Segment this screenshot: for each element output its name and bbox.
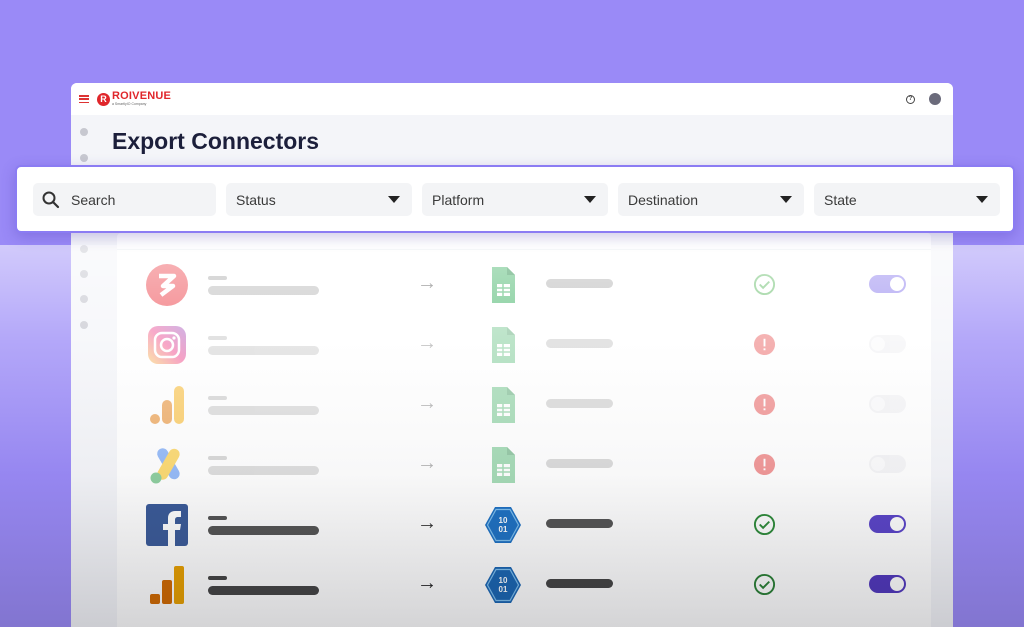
error-icon [753, 393, 776, 416]
connector-name-placeholder [208, 286, 319, 295]
instagram-icon [148, 326, 186, 364]
status-dropdown-label: Status [236, 191, 276, 208]
svg-text:10: 10 [499, 516, 508, 525]
sidebar-item[interactable] [80, 321, 88, 329]
state-dropdown[interactable]: State [814, 183, 1000, 216]
sidebar-item[interactable] [80, 295, 88, 303]
destination-name-placeholder [546, 399, 613, 408]
arrow-right-icon: → [417, 392, 437, 414]
caret-down-icon [976, 196, 988, 203]
platform-dropdown[interactable]: Platform [422, 183, 608, 216]
connector-name-placeholder [208, 586, 319, 595]
google-ads-icon [150, 448, 180, 484]
state-dropdown-label: State [824, 191, 857, 208]
destination-name-placeholder [546, 519, 613, 528]
roivenue-icon [146, 264, 188, 306]
destination-name-placeholder [546, 579, 613, 588]
brand-name: ROIVENUE [112, 90, 172, 103]
check-circle-icon [753, 513, 776, 536]
google-analytics-icon [150, 566, 184, 604]
connector-name-placeholder [208, 456, 227, 460]
connector-name-placeholder [208, 406, 319, 415]
menu-icon[interactable] [79, 95, 89, 103]
connector-name-placeholder [208, 576, 227, 580]
sidebar-item[interactable] [80, 245, 88, 253]
divider [117, 249, 931, 250]
check-circle-icon [753, 573, 776, 596]
search-input[interactable]: Search [33, 183, 216, 216]
connector-row[interactable]: → 10 01 [117, 559, 931, 609]
svg-text:10: 10 [499, 576, 508, 585]
google-sheets-icon [492, 267, 515, 303]
state-toggle[interactable] [869, 515, 906, 533]
check-circle-icon [753, 273, 776, 296]
connector-name-placeholder [208, 346, 319, 355]
google-sheets-icon [492, 327, 515, 363]
roivenue-logo-icon: R [97, 92, 110, 106]
error-icon [753, 333, 776, 356]
connector-name-placeholder [208, 466, 319, 475]
page-title: Export Connectors [112, 128, 320, 154]
state-toggle[interactable] [869, 455, 906, 473]
caret-down-icon [780, 196, 792, 203]
svg-text:01: 01 [499, 585, 508, 594]
help-icon[interactable]: ? [906, 94, 915, 104]
connector-name-placeholder [208, 396, 227, 400]
caret-down-icon [388, 196, 400, 203]
google-analytics-icon [150, 386, 184, 424]
top-bar: R ROIVENUE a SmartlyIO Company ? [71, 83, 953, 115]
brand-logo: ROIVENUE a SmartlyIO Company [112, 91, 171, 107]
connector-name-placeholder [208, 276, 227, 280]
arrow-right-icon: → [417, 452, 437, 474]
sidebar-item[interactable] [80, 270, 88, 278]
arrow-right-icon: → [417, 272, 437, 294]
google-sheets-icon [492, 447, 515, 483]
destination-dropdown[interactable]: Destination [618, 183, 804, 216]
destination-dropdown-label: Destination [628, 191, 699, 208]
brand-tagline: a SmartlyIO Company [112, 102, 147, 107]
connector-row[interactable]: → 10 01 [117, 499, 931, 549]
platform-dropdown-label: Platform [432, 191, 485, 208]
azure-storage-icon: 10 01 [485, 507, 521, 543]
state-toggle[interactable] [869, 575, 906, 593]
arrow-right-icon: → [417, 332, 437, 354]
state-toggle[interactable] [869, 395, 906, 413]
azure-storage-icon: 10 01 [485, 567, 521, 603]
state-toggle[interactable] [869, 335, 906, 353]
destination-name-placeholder [546, 279, 613, 288]
google-sheets-icon [492, 387, 515, 423]
connector-name-placeholder [208, 336, 227, 340]
search-icon [42, 191, 60, 208]
connector-name-placeholder [208, 526, 319, 535]
connector-row[interactable]: → [117, 319, 931, 369]
status-dropdown[interactable]: Status [226, 183, 412, 216]
destination-name-placeholder [546, 339, 613, 348]
facebook-icon [146, 504, 188, 546]
error-icon [753, 453, 776, 476]
sidebar-item[interactable] [80, 128, 88, 136]
arrow-right-icon: → [417, 512, 437, 534]
connector-row[interactable]: → [117, 379, 931, 429]
connector-row[interactable]: → [117, 439, 931, 489]
connector-name-placeholder [208, 516, 227, 520]
avatar[interactable] [929, 93, 941, 105]
destination-name-placeholder [546, 459, 613, 468]
search-placeholder: Search [71, 191, 116, 208]
connector-row[interactable]: → [117, 259, 931, 309]
sidebar-item[interactable] [80, 154, 88, 162]
state-toggle[interactable] [869, 275, 906, 293]
connectors-card: → → → → → 10 01 → 10 01 [117, 233, 931, 627]
svg-text:01: 01 [499, 525, 508, 534]
arrow-right-icon: → [417, 572, 437, 594]
caret-down-icon [584, 196, 596, 203]
filter-bar: Search Status Platform Destination State [15, 165, 1015, 233]
